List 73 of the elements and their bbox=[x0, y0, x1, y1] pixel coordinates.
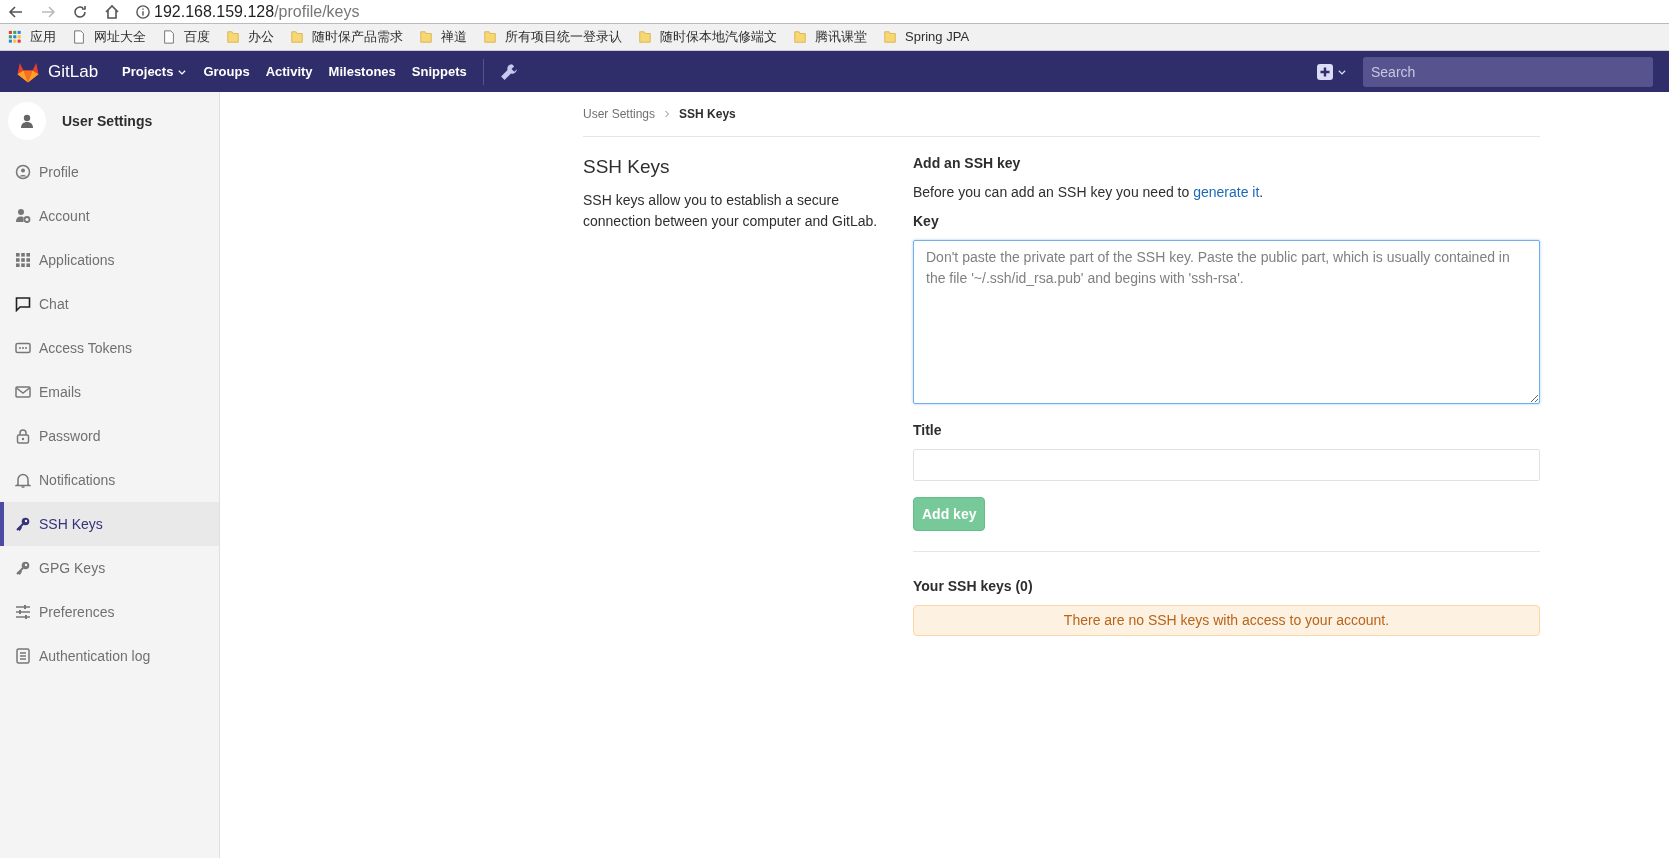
sidebar-item[interactable]: Access Tokens bbox=[0, 326, 219, 370]
sidebar-item[interactable]: GPG Keys bbox=[0, 546, 219, 590]
section-title: SSH Keys bbox=[583, 155, 671, 179]
breadcrumb-link[interactable]: User Settings bbox=[583, 105, 656, 123]
user-gear-icon bbox=[15, 208, 31, 224]
page-icon bbox=[162, 30, 176, 44]
title-field[interactable] bbox=[913, 449, 1540, 481]
bookmark-link[interactable]: 网址大全 bbox=[94, 27, 146, 47]
bookmark-link[interactable]: 百度 bbox=[184, 27, 210, 47]
search-field[interactable]: Search bbox=[1363, 56, 1653, 87]
sidebar-item[interactable]: Notifications bbox=[0, 458, 219, 502]
folder-icon bbox=[226, 30, 240, 44]
bookmark-link[interactable]: 所有项目统一登录认 bbox=[505, 27, 622, 47]
sidebar-item[interactable]: Profile bbox=[0, 150, 219, 194]
plus-icon bbox=[1317, 63, 1333, 80]
keys-heading: Your SSH keys (0) bbox=[913, 577, 1034, 596]
apps-icon bbox=[8, 30, 22, 44]
speech-bubble-icon bbox=[15, 296, 31, 312]
bookmark-link[interactable]: 腾讯课堂 bbox=[815, 27, 867, 47]
profile-icon bbox=[15, 164, 31, 180]
bookmark-link[interactable]: 随时保本地汽修端文 bbox=[660, 27, 777, 47]
folder-icon bbox=[638, 30, 652, 44]
nav-link-item[interactable]: Milestones bbox=[328, 61, 396, 82]
sidebar-item[interactable]: Password bbox=[0, 414, 219, 458]
sidebar-title: User Settings bbox=[62, 111, 153, 131]
page-icon bbox=[72, 30, 86, 44]
avatar bbox=[8, 102, 46, 140]
back-icon[interactable] bbox=[8, 3, 24, 20]
nav-link-item[interactable]: Snippets bbox=[411, 61, 467, 82]
field-label: Key bbox=[913, 212, 939, 231]
form-hint: Before you can add an SSH key you need to generate it. bbox=[913, 183, 1265, 202]
bookmark-link[interactable]: Spring JPA bbox=[905, 27, 970, 47]
bookmark-link[interactable]: 禅道 bbox=[441, 27, 467, 47]
sidebar-item[interactable]: Chat bbox=[0, 282, 219, 326]
bookmark-link[interactable]: 应用 bbox=[30, 27, 56, 47]
sidebar-item[interactable]: Applications bbox=[0, 238, 219, 282]
sidebar-item[interactable]: Account bbox=[0, 194, 219, 238]
brand-link[interactable]: GitLab bbox=[48, 58, 99, 85]
folder-icon bbox=[883, 30, 897, 44]
form-heading: Add an SSH key bbox=[913, 154, 1022, 173]
key-icon bbox=[15, 560, 31, 576]
home-icon[interactable] bbox=[104, 3, 120, 20]
chevron-right-icon bbox=[663, 110, 672, 118]
nav-link-item[interactable]: Projects bbox=[122, 61, 188, 82]
field-label: Title bbox=[913, 421, 942, 440]
sidebar-item[interactable]: SSH Keys bbox=[0, 502, 219, 546]
lock-icon bbox=[15, 428, 31, 444]
grid-icon bbox=[15, 252, 31, 268]
sidebar-item[interactable]: Preferences bbox=[0, 590, 219, 634]
list-document-icon bbox=[15, 648, 31, 664]
token-icon bbox=[15, 340, 31, 356]
info-icon bbox=[136, 4, 150, 19]
key-icon bbox=[15, 516, 31, 532]
sliders-icon bbox=[15, 604, 31, 620]
reload-icon[interactable] bbox=[72, 3, 88, 20]
wrench-icon[interactable] bbox=[499, 62, 518, 81]
nav-link-item[interactable]: Activity bbox=[265, 61, 313, 82]
envelope-icon bbox=[15, 384, 31, 400]
address-field[interactable]: 192.168.159.128/profile/keys bbox=[154, 0, 360, 24]
new-item-dropdown[interactable] bbox=[1317, 63, 1347, 80]
bell-icon bbox=[15, 472, 31, 488]
folder-icon bbox=[793, 30, 807, 44]
sidebar-item[interactable]: Emails bbox=[0, 370, 219, 414]
folder-icon bbox=[419, 30, 433, 44]
nav-link-item[interactable]: Groups bbox=[203, 61, 250, 82]
key-textarea[interactable]: Don't paste the private part of the SSH key. Paste the public part, which is usually contained in the file '~/.ssh/id_rsa.pub' and begins with 'ssh-rsa'. bbox=[913, 240, 1540, 404]
sidebar-item[interactable]: Authentication log bbox=[0, 634, 219, 678]
folder-icon bbox=[483, 30, 497, 44]
folder-icon bbox=[290, 30, 304, 44]
bookmark-link[interactable]: 随时保产品需求 bbox=[312, 27, 403, 47]
bookmark-link[interactable]: 办公 bbox=[248, 27, 274, 47]
section-description: SSH keys allow you to establish a secure connection between your computer and GitLab. bbox=[583, 190, 879, 231]
empty-state-message: There are no SSH keys with access to your account. bbox=[913, 605, 1540, 636]
